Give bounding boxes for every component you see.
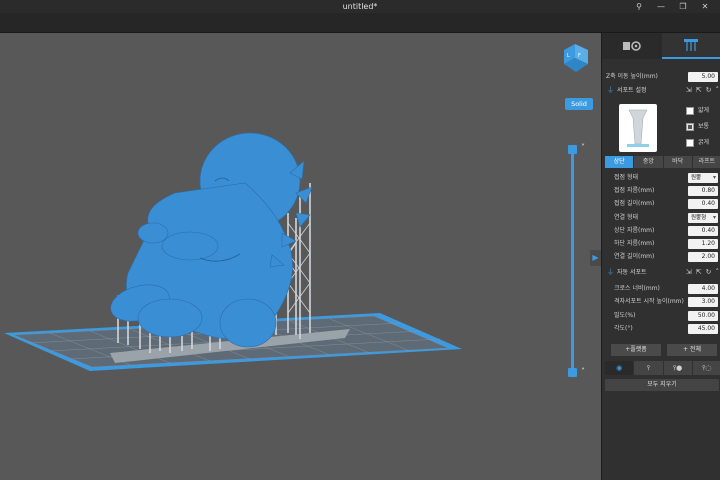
density-thin[interactable]: 얇게	[686, 105, 720, 117]
contact-diameter-row: 접점 지름(mm) 0.80	[602, 185, 720, 197]
auto-support-title: 자동 서포트	[617, 269, 647, 276]
auto-export-icon[interactable]: ⇱	[696, 266, 702, 279]
eye-icon[interactable]: ◉	[605, 361, 634, 375]
minimize-button[interactable]: —	[650, 0, 672, 13]
connect-shape-row: 연결 형태 원뿔형	[602, 212, 720, 224]
angle-input[interactable]: 45.00	[688, 324, 718, 334]
restore-button[interactable]: ❐	[672, 0, 694, 13]
angle-row: 각도(°) 45.00	[602, 323, 720, 335]
upper-diameter-row: 상단 지름(mm) 0.40	[602, 225, 720, 237]
solid-view-button[interactable]: Solid	[565, 98, 593, 110]
view-cube[interactable]: L F	[561, 40, 591, 76]
add-all-button[interactable]: + 전체	[667, 344, 717, 356]
grid-start-height-row: 격자서포트 시작 높이(mm) 3.00	[602, 296, 720, 308]
panel-tabs	[602, 33, 720, 59]
connect-shape-select[interactable]: 원뿔형	[688, 213, 718, 223]
density-percent-input[interactable]: 50.00	[688, 311, 718, 321]
panel-collapse-arrow-icon[interactable]: ▶	[590, 250, 601, 266]
account-icon[interactable]: ⚲	[628, 0, 650, 13]
auto-support-icon: ⏚	[607, 268, 614, 276]
support-part-tabs: 상단 중앙 바닥 라프트	[605, 156, 720, 168]
title-bar: untitled* ⚲ — ❐ ✕	[0, 0, 720, 13]
3d-viewport[interactable]: L F Solid ˅ ˄	[0, 33, 601, 480]
connect-length-row: 연결 길이(mm) 2.00	[602, 251, 720, 263]
auto-import-icon[interactable]: ⇲	[686, 266, 692, 279]
single-support-icon[interactable]: ⫯	[634, 361, 663, 375]
tab-raft[interactable]: 라프트	[692, 156, 720, 168]
density-thin-checkbox[interactable]	[686, 107, 694, 115]
cross-width-input[interactable]: 4.00	[688, 284, 718, 294]
layer-slider-track[interactable]	[571, 148, 574, 372]
slider-up-chevron-icon[interactable]: ˅	[578, 143, 588, 153]
support-preview-image	[619, 104, 657, 152]
tab-bottom[interactable]: 바닥	[663, 156, 692, 168]
density-normal[interactable]: 보통	[686, 121, 720, 133]
slider-down-chevron-icon[interactable]: ˄	[578, 367, 588, 377]
layer-slider-top-handle[interactable]	[568, 145, 577, 154]
gear-icon	[622, 41, 641, 51]
window-title: untitled*	[342, 2, 378, 11]
z-height-input[interactable]: 5.00	[688, 72, 718, 82]
support-settings-icon: ⏚	[607, 86, 614, 94]
support-icon	[684, 39, 699, 51]
density-normal-checkbox[interactable]	[686, 123, 694, 131]
lower-diameter-input[interactable]: 1.20	[688, 239, 718, 249]
contact-length-row: 접점 길이(mm) 0.40	[602, 198, 720, 210]
grid-start-height-input[interactable]: 3.00	[688, 297, 718, 307]
contact-diameter-input[interactable]: 0.80	[688, 186, 718, 196]
auto-reset-icon[interactable]: ↻	[706, 266, 712, 279]
export-icon[interactable]: ⇱	[696, 84, 702, 97]
import-icon[interactable]: ⇲	[686, 84, 692, 97]
menu-strip	[0, 13, 720, 33]
dinosaur-model	[110, 132, 313, 348]
window-controls: ⚲ — ❐ ✕	[628, 0, 716, 13]
density-thick[interactable]: 굵게	[686, 137, 720, 149]
tab-settings[interactable]	[602, 33, 662, 59]
z-height-label: Z축 이동 높이(mm)	[606, 73, 658, 80]
tab-middle[interactable]: 중앙	[634, 156, 663, 168]
density-thick-checkbox[interactable]	[686, 139, 694, 147]
support-settings-header: ⏚ 서포트 설정 ⇲ ⇱ ↻ ˄	[602, 84, 720, 97]
auto-collapse-icon[interactable]: ˄	[716, 266, 720, 279]
add-platform-button[interactable]: +플랫폼	[611, 344, 661, 356]
layer-slider-bottom-handle[interactable]	[568, 368, 577, 377]
tab-support[interactable]	[661, 33, 720, 59]
collapse-icon[interactable]: ˄	[716, 84, 720, 97]
lower-diameter-row: 하단 지름(mm) 1.20	[602, 238, 720, 250]
reset-icon[interactable]: ↻	[706, 84, 712, 97]
support-panel: Z축 이동 높이(mm) 5.00 ⏚ 서포트 설정 ⇲ ⇱ ↻ ˄ 얇게 보통…	[601, 33, 720, 480]
auto-support-header: ⏚ 자동 서포트 ⇲ ⇱ ↻ ˄	[602, 266, 720, 279]
support-settings-title: 서포트 설정	[617, 87, 647, 94]
contact-shape-row: 접점 형태 원뿔	[602, 172, 720, 184]
support-delete-icon[interactable]: ⫯◌	[692, 361, 720, 375]
z-height-row: Z축 이동 높이(mm) 5.00	[602, 71, 720, 83]
tab-top[interactable]: 상단	[605, 156, 634, 168]
close-button[interactable]: ✕	[694, 0, 716, 13]
cross-width-row: 크로스 너비(mm) 4.00	[602, 283, 720, 295]
upper-diameter-input[interactable]: 0.40	[688, 226, 718, 236]
support-tool-bar: ◉ ⫯ ⫯● ⫯◌	[605, 361, 720, 375]
density-percent-row: 밀도(%) 50.00	[602, 310, 720, 322]
connect-length-input[interactable]: 2.00	[688, 252, 718, 262]
svg-text:L: L	[567, 53, 570, 59]
support-edit-icon[interactable]: ⫯●	[663, 361, 692, 375]
svg-text:F: F	[578, 53, 581, 59]
clear-all-button[interactable]: 모두 지우기	[605, 379, 719, 391]
contact-length-input[interactable]: 0.40	[688, 199, 718, 209]
scene-canvas[interactable]	[0, 33, 601, 480]
contact-shape-select[interactable]: 원뿔	[688, 173, 718, 183]
